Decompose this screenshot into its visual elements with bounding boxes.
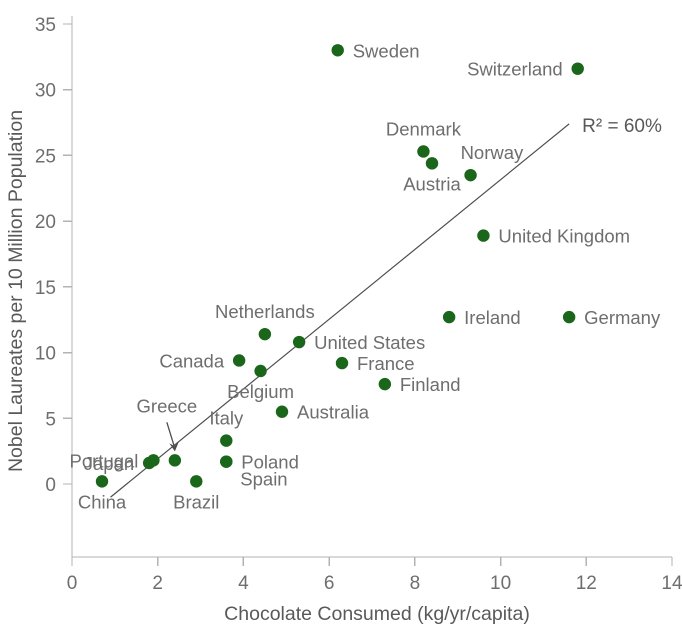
point-label-canada: Canada xyxy=(159,350,225,371)
point-label-finland: Finland xyxy=(400,374,461,395)
point-label-norway: Norway xyxy=(461,142,524,163)
data-point-australia[interactable] xyxy=(275,405,289,418)
point-label-china: China xyxy=(78,491,127,512)
x-tick-label: 10 xyxy=(490,573,511,594)
x-tick-label: 8 xyxy=(410,573,421,594)
data-point-italy[interactable] xyxy=(220,434,233,447)
point-label-switzerland: Switzerland xyxy=(467,59,563,80)
y-tick-label: 5 xyxy=(45,409,56,430)
y-tick-label: 10 xyxy=(35,344,56,365)
data-point-ireland[interactable] xyxy=(442,310,456,324)
plot-area: 0 5 10 15 20 25 30 35 0 2 4 6 8 10 12 14 Sweden Switzerl… xyxy=(5,15,682,625)
x-tick-label: 14 xyxy=(661,573,682,594)
point-label-belgium: Belgium xyxy=(227,381,294,402)
x-tick-label: 2 xyxy=(152,573,163,594)
axis-spine xyxy=(71,16,672,558)
y-tick-label: 30 xyxy=(35,81,56,102)
data-point-denmark[interactable] xyxy=(417,145,430,158)
data-point-sweden[interactable] xyxy=(331,44,344,57)
data-point-finland[interactable] xyxy=(378,377,392,391)
point-label-japan: Japan xyxy=(84,453,134,474)
point-label-austria: Austria xyxy=(403,173,461,194)
y-tick-label: 35 xyxy=(35,15,56,36)
x-tick-label: 0 xyxy=(67,573,78,594)
data-point-switzerland[interactable] xyxy=(571,62,584,75)
point-label-netherlands: Netherlands xyxy=(215,301,315,322)
point-label-brazil: Brazil xyxy=(173,491,219,512)
point-label-spain: Spain xyxy=(240,469,287,490)
point-label-denmark: Denmark xyxy=(386,118,462,139)
point-labels-group: Sweden Switzerland Denmark AustriaNorway Uni… xyxy=(70,40,661,512)
axes: 0 5 10 15 20 25 30 35 0 2 4 6 8 10 12 14 xyxy=(35,15,682,594)
data-point-united-states[interactable] xyxy=(292,335,306,349)
data-point-united-kingdom[interactable] xyxy=(477,229,490,242)
y-axis-title: Nobel Laureates per 10 Million Populatio… xyxy=(5,110,27,472)
data-point-austria[interactable] xyxy=(425,157,439,170)
data-point-norway[interactable] xyxy=(464,168,477,182)
point-label-sweden: Sweden xyxy=(353,40,420,61)
y-tick-label: 25 xyxy=(35,146,56,167)
x-tick-label: 6 xyxy=(324,573,335,594)
data-point-netherlands[interactable] xyxy=(258,327,272,341)
y-tick-label: 0 xyxy=(45,475,56,496)
data-point-canada[interactable] xyxy=(232,354,246,367)
data-point-germany[interactable] xyxy=(562,310,576,324)
data-point-greece[interactable] xyxy=(168,454,182,467)
point-label-united-kingdom: United Kingdom xyxy=(498,226,630,247)
x-axis-title: Chocolate Consumed (kg/yr/capita) xyxy=(224,603,530,625)
point-label-italy: Italy xyxy=(209,408,244,429)
point-label-greece: Greece xyxy=(137,395,198,416)
data-point-brazil[interactable] xyxy=(190,475,203,488)
point-label-france: France xyxy=(357,353,415,374)
y-tick-label: 15 xyxy=(35,278,56,299)
x-tick-label: 12 xyxy=(576,573,597,594)
data-point-france[interactable] xyxy=(335,356,349,370)
r-squared-annotation: R² = 60% xyxy=(582,116,662,137)
y-tick-label: 20 xyxy=(35,212,56,233)
x-tick-label: 4 xyxy=(238,573,249,594)
greece-callout-arrowhead xyxy=(169,441,179,452)
data-point-china[interactable] xyxy=(95,475,109,488)
data-point-japan[interactable] xyxy=(142,456,156,470)
data-point-spain[interactable] xyxy=(220,455,233,468)
point-label-australia: Australia xyxy=(297,402,370,423)
point-label-united-states: United States xyxy=(314,332,425,353)
scatter-chart: 0 5 10 15 20 25 30 35 0 2 4 6 8 10 12 14 Sweden Switzerl… xyxy=(0,0,682,633)
point-label-germany: Germany xyxy=(584,307,661,328)
point-label-ireland: Ireland xyxy=(464,307,521,328)
data-point-belgium[interactable] xyxy=(254,364,267,378)
